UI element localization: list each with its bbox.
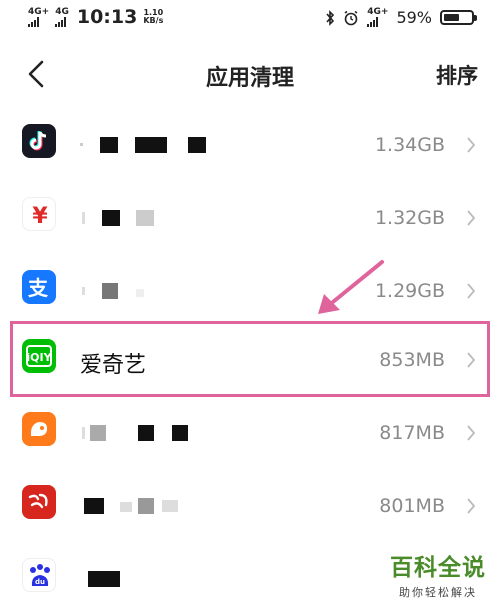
watermark: 百科全说 助你轻松解决 [390,548,486,600]
network-speed-unit: KB/s [143,16,164,25]
clock: 10:13 [76,6,138,28]
redacted-name-block [84,498,178,514]
signal-indicator-2: 4G [55,6,69,27]
status-bar: 4G+ 4G 10:13 1.10 KB/s 4G+ 59% [0,0,500,38]
app-size: 817MB [379,422,445,444]
xuexi-icon [22,485,56,519]
battery-icon [440,10,477,25]
annotation-arrow-icon [318,260,384,314]
app-size: 1.34GB [374,134,445,156]
bluetooth-icon [326,9,335,26]
redacted-name-block [88,571,120,587]
signal-label: 4G [55,6,69,17]
signal-indicator-3: 4G+ [367,8,388,27]
sort-button[interactable]: 排序 [436,60,478,90]
redacted-name-block [82,425,188,441]
list-item-app-1[interactable]: ¥ 1.32GB [0,183,500,255]
alarm-clock-icon [344,10,358,25]
chevron-right-icon [467,210,476,226]
chevron-right-icon [467,283,476,299]
svg-text:支: 支 [28,276,49,300]
redacted-name-block [82,210,154,226]
list-item-app-0[interactable]: 1.34GB [0,110,500,182]
battery-percent: 59% [396,8,432,27]
list-item-app-5[interactable]: 801MB [0,471,500,543]
chevron-right-icon [467,498,476,514]
tiktok-icon [22,124,56,158]
redacted-name-block [82,283,144,299]
squirrel-icon [22,412,56,446]
signal-label: 4G+ [28,6,50,17]
svg-text:du: du [35,578,45,586]
watermark-subtitle: 助你轻松解决 [399,586,477,599]
app-size: 1.32GB [374,207,445,229]
list-item-app-4[interactable]: 817MB [0,398,500,470]
yuan-icon: ¥ [22,197,56,231]
highlight-box [10,321,490,397]
app-size: 801MB [379,495,445,517]
signal-bars-icon [367,17,379,27]
redacted-name-block [80,137,206,153]
signal-label: 4G+ [367,7,389,17]
signal-bars-icon [55,16,67,27]
page-title: 应用清理 [205,66,294,91]
app-header: 应用清理 排序 [0,38,500,110]
baidu-icon: du [22,558,56,592]
battery-fill [444,14,459,21]
chevron-right-icon [467,137,476,153]
list-item-app-2[interactable]: 支 1.29GB [0,256,500,328]
signal-indicator-1: 4G+ [28,6,50,27]
watermark-title: 百科全说 [390,555,486,581]
chevron-right-icon [467,425,476,441]
alipay-icon: 支 [22,270,56,304]
network-speed: 1.10 KB/s [143,9,163,25]
signal-bars-icon [28,16,39,27]
svg-text:¥: ¥ [32,204,48,229]
